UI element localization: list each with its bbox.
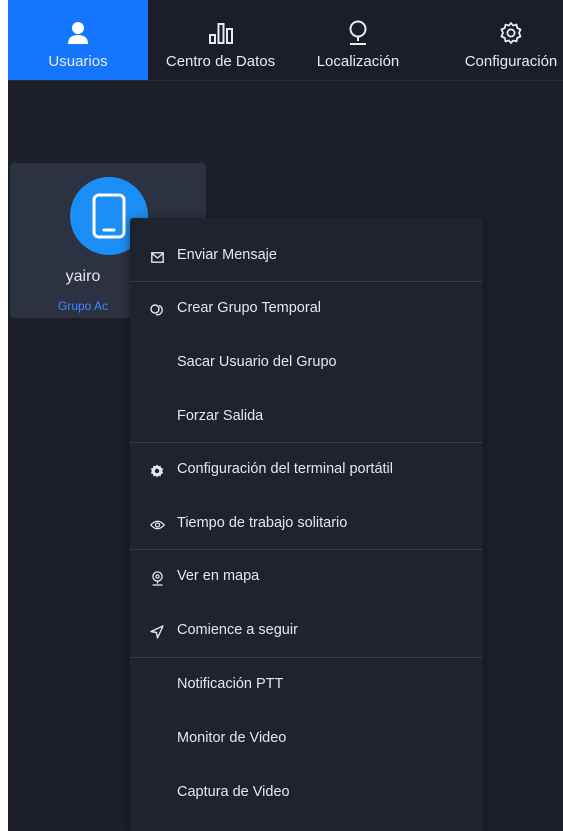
menu-item-forzar-salida[interactable]: Forzar Salida — [130, 391, 483, 445]
mobile-phone-icon — [92, 193, 126, 239]
tab-label: Configuración — [464, 53, 558, 70]
bar-chart-icon — [148, 20, 293, 46]
top-navigation: Usuarios Centro de Datos Localización Co… — [8, 0, 563, 81]
menu-item-label: Monitor de Video — [177, 730, 287, 746]
menu-item-monitor-de-video[interactable]: Monitor de Video — [130, 713, 483, 767]
menu-divider — [130, 281, 483, 282]
menu-item-label: Configuración del terminal portátil — [177, 461, 393, 477]
menu-item-sacar-usuario[interactable]: Sacar Usuario del Grupo — [130, 337, 483, 391]
gear-icon — [149, 463, 165, 479]
tab-label: Localización — [316, 53, 400, 70]
menu-item-label: Forzar Salida — [177, 408, 264, 424]
tab-configuracion[interactable]: Configuración — [446, 0, 563, 80]
tab-usuarios[interactable]: Usuarios — [8, 0, 148, 80]
eye-icon — [149, 517, 165, 533]
menu-item-comience-a-seguir[interactable]: Comience a seguir — [130, 605, 483, 659]
user-icon — [8, 20, 148, 46]
menu-item-tiempo-trabajo-solitario[interactable]: Tiempo de trabajo solitario — [130, 498, 483, 552]
location-pin-icon — [293, 20, 423, 46]
menu-item-label: Tiempo de trabajo solitario — [177, 515, 348, 531]
menu-item-enviar-mensaje[interactable]: Enviar Mensaje — [130, 230, 483, 284]
map-pin-icon — [149, 570, 165, 586]
menu-divider — [130, 442, 483, 443]
menu-item-label: Crear Grupo Temporal — [177, 300, 321, 316]
tab-label: Usuarios — [48, 53, 108, 70]
menu-item-label: Notificación PTT — [177, 676, 284, 692]
gear-icon — [446, 20, 563, 46]
envelope-icon — [149, 249, 165, 265]
menu-item-label: Ver en mapa — [177, 568, 260, 584]
menu-item-label: Enviar Mensaje — [177, 247, 277, 263]
context-menu: Enviar Mensaje Crear Grupo Temporal Saca… — [130, 218, 483, 831]
app-window: Usuarios Centro de Datos Localización Co… — [8, 0, 563, 831]
menu-item-label: Sacar Usuario del Grupo — [177, 354, 337, 370]
menu-item-label: Captura de Video — [177, 784, 290, 800]
tab-label: Centro de Datos — [165, 53, 276, 70]
menu-item-configuracion-terminal[interactable]: Configuración del terminal portátil — [130, 444, 483, 498]
group-link-icon — [149, 302, 165, 318]
tab-centro-de-datos[interactable]: Centro de Datos — [148, 0, 293, 80]
menu-item-ver-en-mapa[interactable]: Ver en mapa — [130, 551, 483, 605]
menu-item-crear-grupo-temporal[interactable]: Crear Grupo Temporal — [130, 283, 483, 337]
navigation-arrow-icon — [149, 624, 165, 640]
menu-divider — [130, 657, 483, 658]
tab-localizacion[interactable]: Localización — [293, 0, 423, 80]
menu-divider — [130, 549, 483, 550]
menu-item-notificacion-ptt[interactable]: Notificación PTT — [130, 659, 483, 713]
menu-item-captura-de-video[interactable]: Captura de Video — [130, 767, 483, 821]
menu-item-label: Comience a seguir — [177, 622, 298, 638]
